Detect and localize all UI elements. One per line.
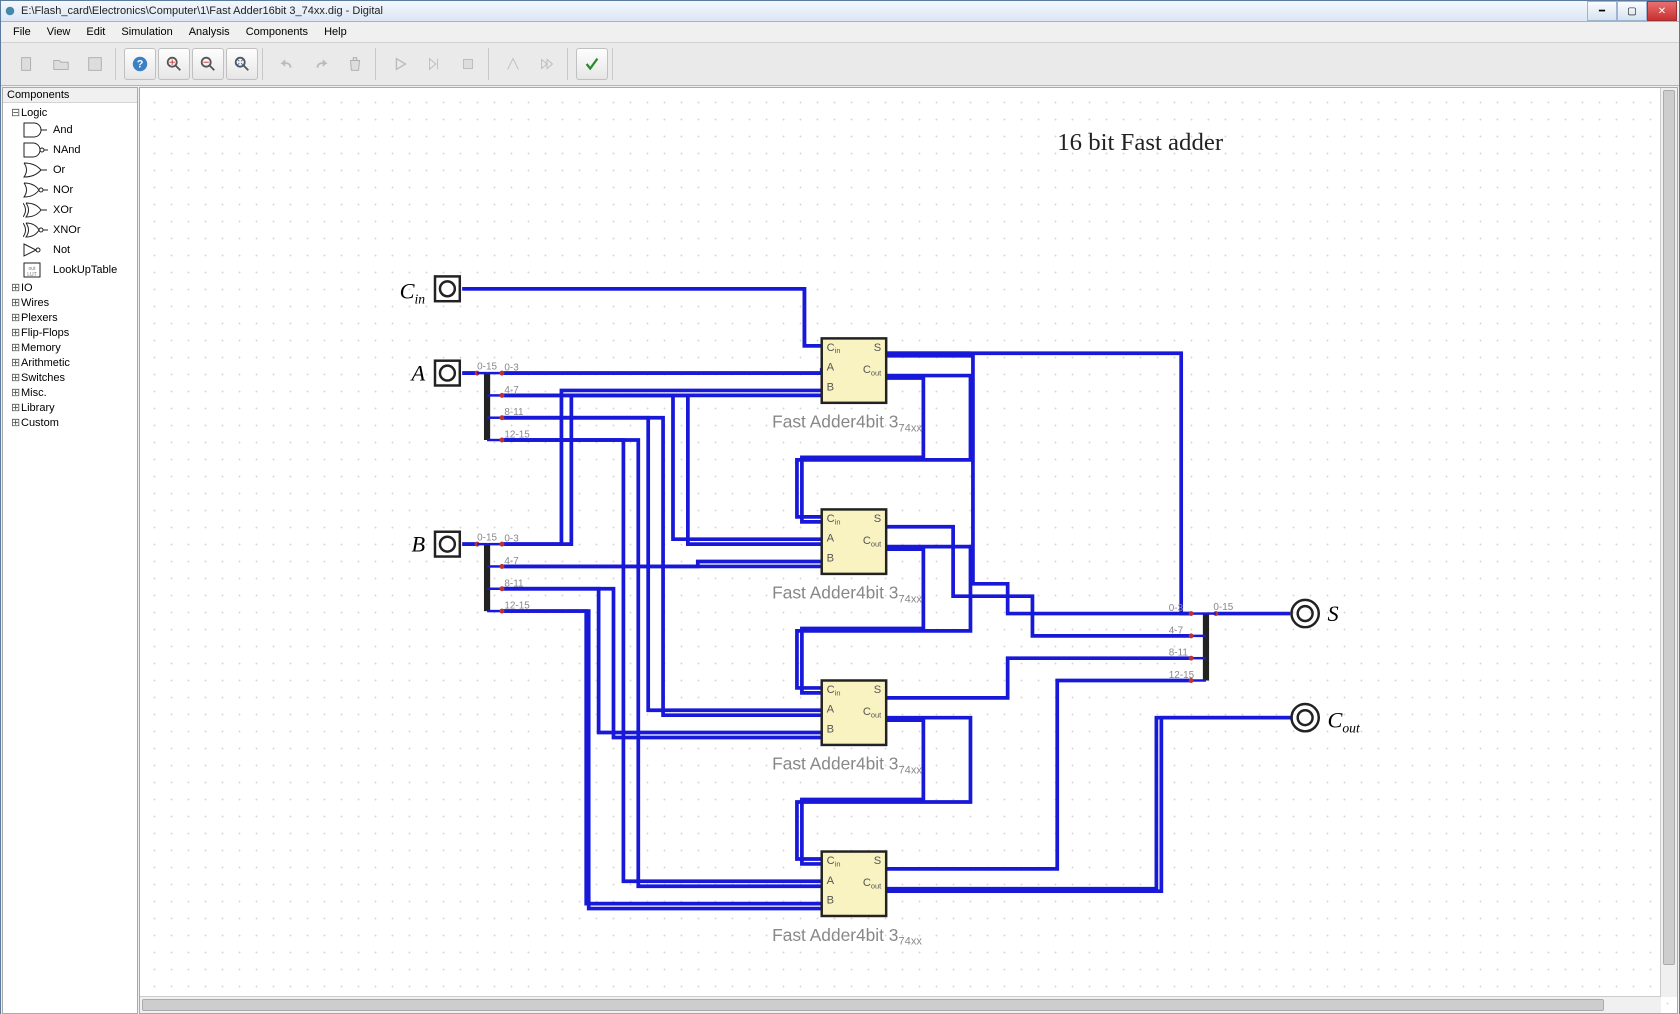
tree-gate-nand[interactable]: NAnd: [5, 140, 135, 160]
tree-library[interactable]: ⊞Library: [5, 400, 135, 415]
tree-logic[interactable]: ⊟Logic: [5, 105, 135, 120]
svg-text:Fast Adder4bit 374xx: Fast Adder4bit 374xx: [772, 925, 922, 948]
menu-edit[interactable]: Edit: [78, 24, 113, 40]
schematic-canvas[interactable]: Cin A B S Cout: [139, 87, 1678, 1014]
adder-block-3[interactable]: [822, 680, 886, 744]
menu-view[interactable]: View: [39, 24, 79, 40]
svg-text:A: A: [409, 361, 425, 386]
vertical-scrollbar[interactable]: [1660, 88, 1677, 997]
body: Components ⊟Logic And NAnd Or NOr: [1, 86, 1679, 1014]
svg-text:LUT: LUT: [27, 272, 36, 278]
components-tree: ⊟Logic And NAnd Or NOr: [3, 103, 137, 436]
adder-block-1[interactable]: [822, 338, 886, 402]
menubar: File View Edit Simulation Analysis Compo…: [1, 22, 1679, 43]
redo-button[interactable]: [305, 48, 337, 80]
tree-switches[interactable]: ⊞Switches: [5, 370, 135, 385]
tree-memory[interactable]: ⊞Memory: [5, 340, 135, 355]
tree-gate-xnor[interactable]: XNOr: [5, 220, 135, 240]
tree-gate-not[interactable]: Not: [5, 240, 135, 260]
menu-components[interactable]: Components: [238, 24, 316, 40]
tree-gate-lut[interactable]: outLUT LookUpTable: [5, 260, 135, 280]
tree-wires[interactable]: ⊞Wires: [5, 295, 135, 310]
adder-block-2[interactable]: [822, 509, 886, 573]
svg-text:?: ?: [137, 59, 144, 71]
menu-analysis[interactable]: Analysis: [181, 24, 238, 40]
fast-forward-button[interactable]: [531, 48, 563, 80]
tree-plexers[interactable]: ⊞Plexers: [5, 310, 135, 325]
tree-flipflops[interactable]: ⊞Flip-Flops: [5, 325, 135, 340]
zoom-out-button[interactable]: [192, 48, 224, 80]
input-a[interactable]: [435, 361, 460, 386]
tree-gate-or[interactable]: Or: [5, 160, 135, 180]
horizontal-scrollbar[interactable]: [140, 996, 1661, 1013]
window-buttons: ━ ▢ ✕: [1587, 1, 1677, 21]
delete-button[interactable]: [339, 48, 371, 80]
new-file-button[interactable]: [11, 48, 43, 80]
components-title: Components: [3, 88, 137, 103]
save-file-button[interactable]: [79, 48, 111, 80]
tree-io[interactable]: ⊞IO: [5, 280, 135, 295]
menu-simulation[interactable]: Simulation: [113, 24, 180, 40]
tree-custom[interactable]: ⊞Custom: [5, 415, 135, 430]
output-cout[interactable]: [1291, 704, 1318, 731]
tree-misc[interactable]: ⊞Misc.: [5, 385, 135, 400]
open-file-button[interactable]: [45, 48, 77, 80]
schematic: Cin A B S Cout: [140, 88, 1677, 1014]
step-button[interactable]: [497, 48, 529, 80]
tree-gate-and[interactable]: And: [5, 120, 135, 140]
undo-button[interactable]: [271, 48, 303, 80]
svg-text:Fast Adder4bit 374xx: Fast Adder4bit 374xx: [772, 583, 922, 606]
run-button[interactable]: [384, 48, 416, 80]
menu-help[interactable]: Help: [316, 24, 355, 40]
svg-text:Cin: Cin: [400, 279, 426, 307]
titlebar: E:\Flash_card\Electronics\Computer\1\Fas…: [1, 1, 1679, 22]
tree-gate-xor[interactable]: XOr: [5, 200, 135, 220]
toolbar: ?: [1, 43, 1679, 86]
input-b[interactable]: [435, 532, 460, 557]
svg-text:Fast Adder4bit 374xx: Fast Adder4bit 374xx: [772, 412, 922, 435]
help-button[interactable]: ?: [124, 48, 156, 80]
minimize-button[interactable]: ━: [1587, 1, 1617, 21]
app-icon: [3, 4, 17, 18]
zoom-fit-button[interactable]: [226, 48, 258, 80]
menu-file[interactable]: File: [5, 24, 39, 40]
svg-text:Cout: Cout: [1327, 708, 1361, 736]
components-panel: Components ⊟Logic And NAnd Or NOr: [2, 87, 138, 1014]
close-button[interactable]: ✕: [1647, 1, 1677, 21]
run-to-break-button[interactable]: [418, 48, 450, 80]
stop-button[interactable]: [452, 48, 484, 80]
circuit-title: 16 bit Fast adder: [1057, 129, 1224, 156]
zoom-in-button[interactable]: [158, 48, 190, 80]
window-title: E:\Flash_card\Electronics\Computer\1\Fas…: [21, 5, 1587, 17]
input-cin[interactable]: [435, 276, 460, 301]
svg-text:B: B: [411, 532, 425, 557]
app-window: E:\Flash_card\Electronics\Computer\1\Fas…: [0, 0, 1680, 1014]
check-button[interactable]: [576, 48, 608, 80]
tree-arithmetic[interactable]: ⊞Arithmetic: [5, 355, 135, 370]
maximize-button[interactable]: ▢: [1617, 1, 1647, 21]
svg-text:Fast Adder4bit 374xx: Fast Adder4bit 374xx: [772, 754, 922, 777]
svg-text:S: S: [1327, 601, 1338, 626]
adder-block-4[interactable]: [822, 852, 886, 916]
output-s[interactable]: [1291, 600, 1318, 627]
tree-gate-nor[interactable]: NOr: [5, 180, 135, 200]
